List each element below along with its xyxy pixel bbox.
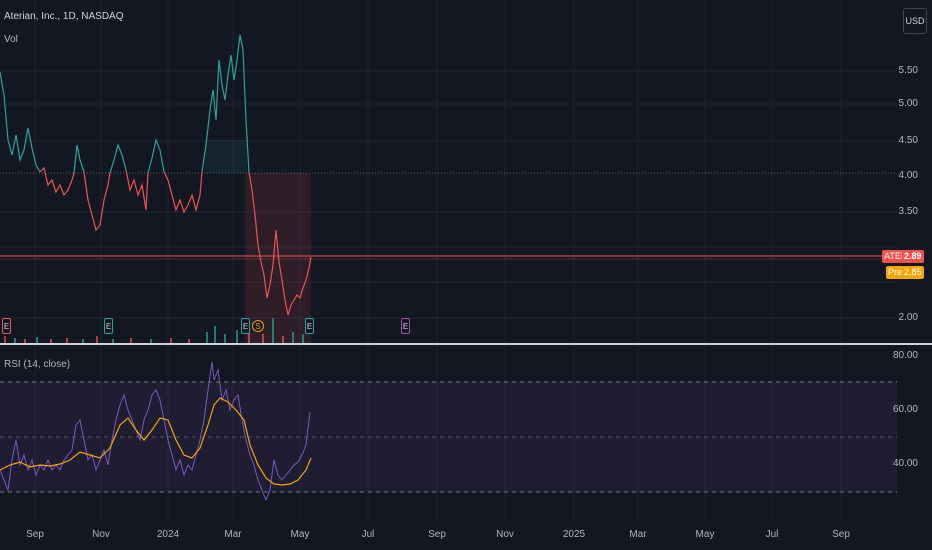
price-line-down-4 — [163, 171, 203, 214]
price-line-up-2 — [73, 144, 85, 174]
gain-area — [205, 140, 247, 173]
chart-canvas[interactable] — [0, 0, 932, 550]
time-tick: Sep — [832, 529, 850, 540]
rsi-tick: 80.00 — [892, 350, 918, 361]
rsi-tick: 60.00 — [892, 404, 918, 415]
time-tick: Sep — [428, 529, 446, 540]
price-tick: 3.50 — [898, 206, 918, 217]
symbol-title[interactable]: Aterian, Inc., 1D, NASDAQ — [4, 11, 124, 23]
price-tick: 2.00 — [898, 312, 918, 323]
rsi-label[interactable]: RSI (14, close) — [4, 359, 70, 371]
time-tick: Jul — [765, 529, 779, 540]
time-tick: May — [290, 529, 310, 540]
earnings-event-icon[interactable]: E — [401, 318, 410, 334]
earnings-event-icon[interactable]: E — [2, 318, 11, 334]
drawdown-area — [245, 173, 311, 343]
price-tick: 4.00 — [898, 170, 918, 181]
earnings-event-icon[interactable]: E — [241, 318, 250, 334]
pane-separator[interactable] — [0, 343, 932, 345]
price-line-up-3 — [109, 143, 127, 174]
time-tick: 2024 — [156, 529, 180, 540]
price-tick: 5.00 — [898, 98, 918, 109]
volume-label[interactable]: Vol — [4, 34, 18, 46]
time-tick: Sep — [26, 529, 44, 540]
rsi-tick: 40.00 — [892, 458, 918, 469]
time-tick: Mar — [629, 529, 647, 540]
currency-button[interactable]: USD — [903, 8, 927, 34]
earnings-event-icon[interactable]: E — [305, 318, 314, 334]
time-tick: Mar — [224, 529, 242, 540]
price-tick: 4.50 — [898, 135, 918, 146]
time-tick: 2025 — [562, 529, 586, 540]
time-tick: May — [695, 529, 715, 540]
earnings-event-icon[interactable]: E — [104, 318, 113, 334]
price-line-down-1 — [39, 166, 75, 197]
split-event-icon[interactable]: S — [252, 320, 264, 332]
time-tick: Nov — [92, 529, 110, 540]
pre-market-price-tag[interactable]: 2.85 — [902, 266, 924, 279]
price-tick: 5.50 — [898, 65, 918, 76]
price-line-down-2 — [83, 171, 111, 232]
time-tick: Jul — [361, 529, 375, 540]
time-tick: Nov — [496, 529, 514, 540]
last-price-tag[interactable]: 2.89 — [902, 250, 924, 263]
price-line-up-4 — [147, 137, 165, 174]
price-line-down-3 — [125, 169, 149, 211]
price-line-up-1 — [0, 71, 41, 173]
